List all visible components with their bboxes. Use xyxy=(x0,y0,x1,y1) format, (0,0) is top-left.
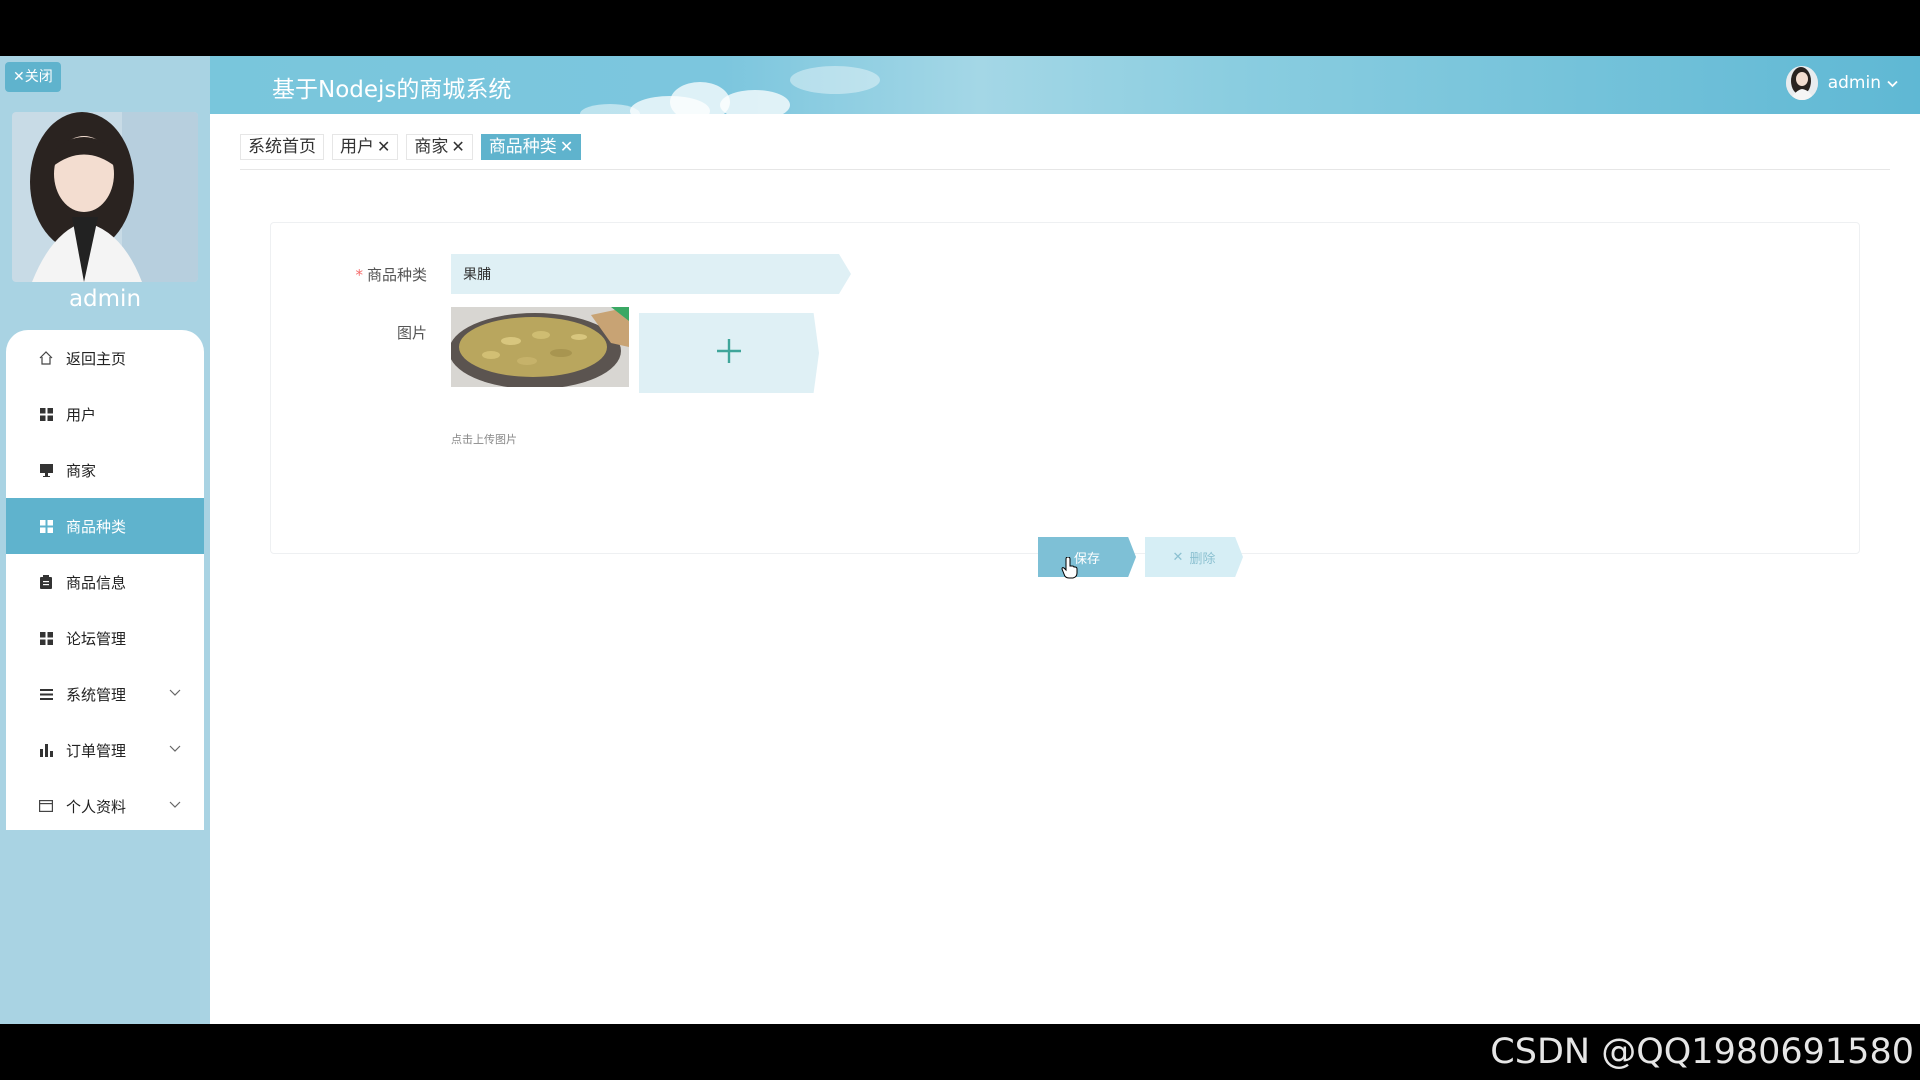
user-name: admin xyxy=(1827,73,1881,93)
close-icon[interactable]: ✕ xyxy=(377,135,390,159)
tab-users[interactable]: 用户 ✕ xyxy=(332,134,399,160)
sidebar-item-forum[interactable]: 论坛管理 xyxy=(6,610,204,666)
list-icon xyxy=(38,686,54,702)
chevron-down-icon xyxy=(168,797,184,813)
app-title: 基于Nodejs的商城系统 xyxy=(272,77,512,103)
sidebar-item-label: 商家 xyxy=(66,461,97,480)
monitor-icon xyxy=(38,462,54,478)
grid-icon xyxy=(38,406,54,422)
tab-label: 商品种类 xyxy=(488,137,557,157)
sidebar-item-product-info[interactable]: 商品信息 xyxy=(6,554,204,610)
sidebar-item-label: 用户 xyxy=(66,405,97,424)
sidebar-item-label: 个人资料 xyxy=(66,797,127,816)
category-field-label: * 商品种类 xyxy=(355,266,427,284)
chevron-down-icon xyxy=(1887,78,1898,89)
sidebar-item-system[interactable]: 系统管理 xyxy=(6,666,204,722)
chevron-down-icon xyxy=(168,741,184,757)
close-icon[interactable]: ✕ xyxy=(451,135,464,159)
clipboard-icon xyxy=(38,574,54,590)
required-mark: * xyxy=(355,266,363,284)
tab-home[interactable]: 系统首页 xyxy=(240,134,324,160)
sidebar-item-profile[interactable]: 个人资料 xyxy=(6,778,204,834)
close-icon[interactable]: ✕ xyxy=(560,135,573,159)
image-field-label: 图片 xyxy=(396,324,427,342)
profile-photo xyxy=(12,112,198,282)
sidebar-item-label: 返回主页 xyxy=(66,349,127,368)
tab-label: 商家 xyxy=(414,137,449,157)
sidebar-menu: 返回主页 用户 商家 商品种类 商品信息 论坛管理 系统管理 订单管理 个人资料 xyxy=(6,330,204,830)
tab-label: 用户 xyxy=(340,137,374,157)
sidebar-item-users[interactable]: 用户 xyxy=(6,386,204,442)
tab-product-categories[interactable]: 商品种类 ✕ xyxy=(480,134,582,160)
sidebar-username: admin xyxy=(68,286,142,312)
grid-icon xyxy=(38,518,54,534)
close-icon: ✕ xyxy=(1172,549,1184,565)
sidebar-item-label: 系统管理 xyxy=(66,685,127,704)
sidebar-item-label: 商品信息 xyxy=(66,573,127,592)
tab-bar: 系统首页 用户 ✕ 商家 ✕ 商品种类 ✕ xyxy=(240,134,1890,170)
delete-button[interactable]: ✕ 删除 xyxy=(1145,537,1243,577)
sidebar-close-button[interactable]: ✕关闭 xyxy=(5,62,61,92)
watermark: CSDN @QQ1980691580 xyxy=(1490,1032,1914,1072)
bar-chart-icon xyxy=(38,742,54,758)
sidebar-item-label: 论坛管理 xyxy=(66,629,127,648)
sidebar-item-label: 商品种类 xyxy=(66,517,127,536)
image-upload-button[interactable] xyxy=(639,313,819,393)
save-button[interactable]: 保存 xyxy=(1038,537,1136,577)
sidebar: ✕关闭 admin 返回主页 用户 商家 商品种类 商品信息 论坛管理 系统管理… xyxy=(0,56,210,1024)
sidebar-item-merchants[interactable]: 商家 xyxy=(6,442,204,498)
app-screen: ✕关闭 admin 返回主页 用户 商家 商品种类 商品信息 论坛管理 系统管理… xyxy=(0,56,1920,1024)
sidebar-item-home[interactable]: 返回主页 xyxy=(6,330,204,386)
grid-icon xyxy=(38,630,54,646)
sidebar-item-label: 订单管理 xyxy=(66,741,127,760)
category-form: *商品种类 图片 点击上传图片 xyxy=(270,222,1860,579)
tab-merchants[interactable]: 商家 ✕ xyxy=(406,134,473,160)
sidebar-item-orders[interactable]: 订单管理 xyxy=(6,722,204,778)
mouse-cursor-icon xyxy=(1061,556,1079,583)
sidebar-item-product-categories[interactable]: 商品种类 xyxy=(6,498,204,554)
top-header: 基于Nodejs的商城系统 admin xyxy=(210,56,1920,114)
upload-tip: 点击上传图片 xyxy=(451,433,517,446)
avatar xyxy=(1785,66,1818,100)
user-menu[interactable]: admin xyxy=(1785,66,1898,100)
delete-label: 删除 xyxy=(1189,551,1216,567)
id-card-icon xyxy=(38,798,54,814)
chevron-down-icon xyxy=(168,685,184,701)
uploaded-image-thumbnail[interactable] xyxy=(451,307,629,387)
category-input[interactable] xyxy=(451,254,851,294)
tab-label: 系统首页 xyxy=(248,137,316,157)
home-icon xyxy=(38,350,54,366)
plus-icon xyxy=(715,337,743,369)
